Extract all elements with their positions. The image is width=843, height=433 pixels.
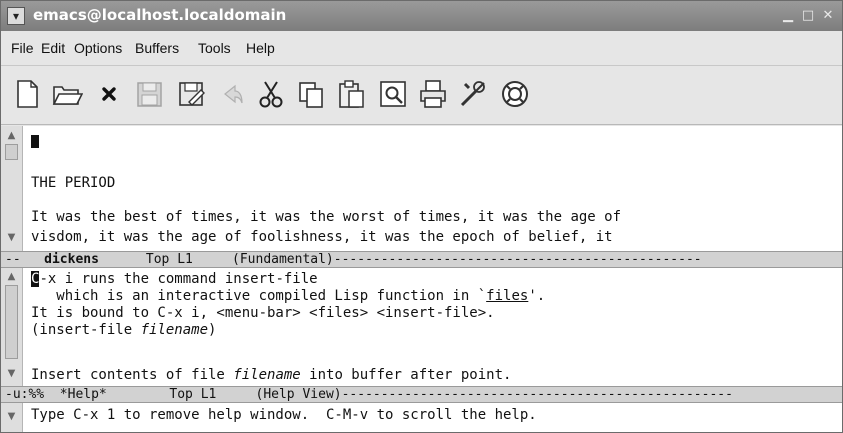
close-window-icon[interactable]: ✕ [819, 7, 837, 25]
menu-tools[interactable]: Tools [198, 40, 231, 56]
scroll-up-icon[interactable]: ▲ [5, 130, 18, 142]
scroll-thumb[interactable] [5, 144, 18, 160]
minimize-icon[interactable]: ▁ [779, 7, 797, 25]
save-icon[interactable] [133, 78, 165, 110]
help-buffer[interactable]: ▲ ▼ C-x i runs the command insert-file w… [1, 268, 842, 386]
files-link[interactable]: files [486, 288, 528, 304]
chevron-down-icon[interactable]: ▾ [7, 7, 25, 25]
open-folder-icon[interactable] [51, 78, 83, 110]
toolbar [1, 66, 842, 125]
print-icon[interactable] [417, 78, 449, 110]
menu-help[interactable]: Help [246, 40, 275, 56]
help-icon[interactable] [499, 78, 531, 110]
maximize-icon[interactable]: □ [799, 7, 817, 25]
save-as-icon[interactable] [175, 78, 207, 110]
cursor [31, 135, 39, 152]
help-scrollbar[interactable]: ▲ ▼ [1, 268, 23, 386]
scroll-down-icon[interactable]: ▼ [5, 368, 18, 380]
preferences-icon[interactable] [457, 78, 489, 110]
mode-line-position: Top L1 [169, 387, 217, 402]
help-line: Insert contents of file filename into bu… [31, 367, 512, 383]
echo-message: Type C-x 1 to remove help window. C-M-v … [31, 407, 537, 423]
help-line: C-x i runs the command insert-file [31, 271, 318, 287]
text-line: It was the best of times, it was the wor… [31, 209, 622, 225]
major-mode: (Help View) [255, 387, 342, 402]
mode-line-position: Top L1 [145, 252, 193, 267]
help-line: which is an interactive compiled Lisp fu… [31, 288, 546, 304]
mode-line-help: -u:%% *Help* Top L1 (Help View)---------… [1, 386, 842, 403]
emacs-window: ▾ emacs@localhost.localdomain ▁ □ ✕ File… [0, 0, 843, 433]
mode-line-prefix: -u:%% [5, 387, 45, 402]
menu-edit[interactable]: Edit [41, 40, 65, 56]
minibuffer-scrollbar: ▼ [1, 403, 23, 432]
close-icon[interactable] [93, 78, 125, 110]
help-line: It is bound to C-x i, <menu-bar> <files>… [31, 305, 495, 321]
buffer-name: *Help* [59, 387, 107, 402]
help-line: (insert-file filename) [31, 322, 217, 338]
menu-buffers[interactable]: Buffers [135, 40, 179, 56]
window-title: emacs@localhost.localdomain [33, 6, 287, 24]
menu-file[interactable]: File [11, 40, 34, 56]
copy-icon[interactable] [295, 78, 327, 110]
new-file-icon[interactable] [11, 78, 43, 110]
scroll-up-icon[interactable]: ▲ [5, 271, 18, 283]
text-line: visdom, it was the age of foolishness, i… [31, 229, 613, 245]
scroll-down-icon[interactable]: ▼ [5, 232, 18, 244]
dickens-scrollbar[interactable]: ▲ ▼ [1, 126, 23, 251]
buffer-name: dickens [44, 252, 99, 267]
undo-icon[interactable] [215, 78, 247, 110]
menu-bar: File Edit Options Buffers Tools Help [1, 31, 842, 66]
dickens-buffer[interactable]: ▲ ▼ THE PERIOD It was the best of times,… [1, 126, 842, 251]
mode-line-dickens: -- dickens Top L1 (Fundamental)---------… [1, 251, 842, 268]
major-mode: (Fundamental) [232, 252, 334, 267]
scroll-thumb[interactable] [5, 285, 18, 359]
search-icon[interactable] [377, 78, 409, 110]
paste-icon[interactable] [335, 78, 367, 110]
title-bar: ▾ emacs@localhost.localdomain ▁ □ ✕ [1, 1, 842, 31]
cut-icon[interactable] [255, 78, 287, 110]
menu-options[interactable]: Options [74, 40, 122, 56]
text-line: THE PERIOD [31, 175, 116, 191]
minibuffer[interactable]: ▼ Type C-x 1 to remove help window. C-M-… [1, 403, 842, 432]
scroll-icon: ▼ [7, 411, 16, 422]
mode-line-prefix: -- [5, 252, 21, 267]
